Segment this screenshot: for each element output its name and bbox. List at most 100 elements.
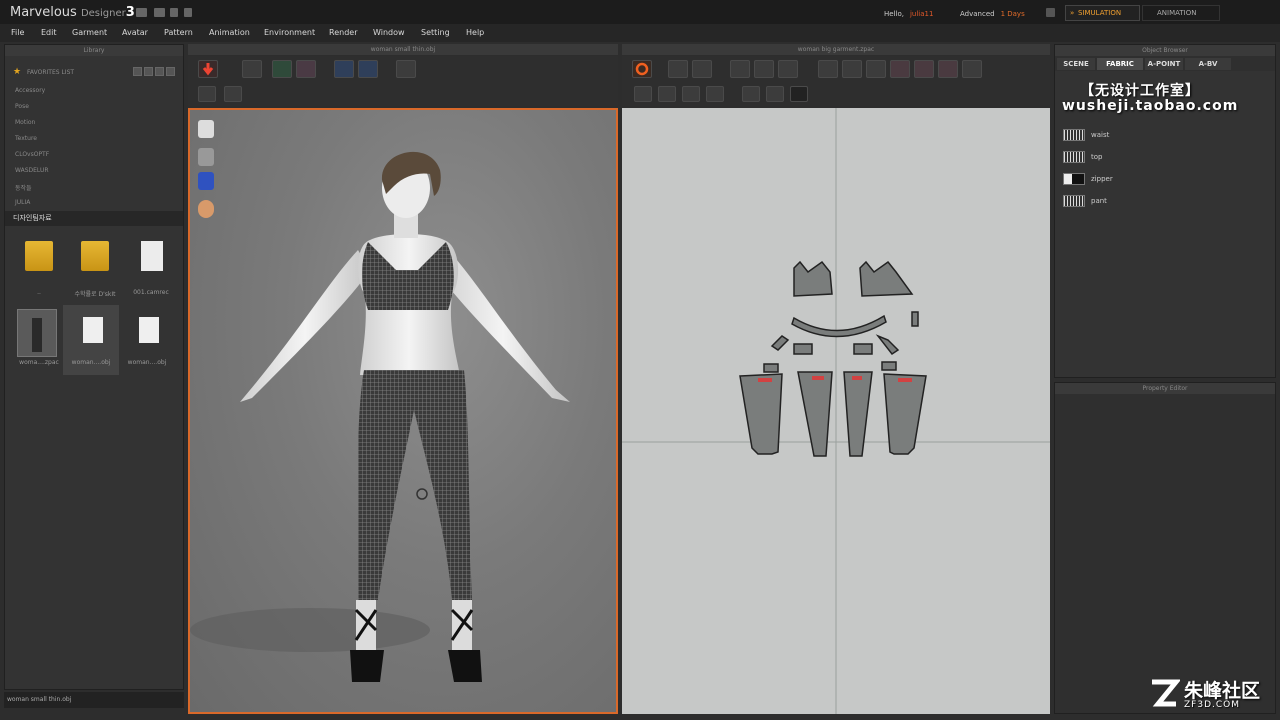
library-item-motion[interactable]: Motion <box>15 119 35 126</box>
circle-icon[interactable] <box>866 60 886 78</box>
internal-circle-icon[interactable] <box>938 60 958 78</box>
viewport-3d[interactable] <box>188 108 618 714</box>
fabric-name: top <box>1091 153 1103 161</box>
garment-view-icon[interactable] <box>198 120 214 138</box>
select-move-icon[interactable] <box>242 60 262 78</box>
undo-icon[interactable] <box>170 8 178 17</box>
menu-help[interactable]: Help <box>466 28 484 37</box>
app-version: 3 <box>125 5 135 20</box>
viewport-2d-title: woman big garment.zpac <box>622 44 1050 55</box>
library-item-accessory[interactable]: Accessory <box>15 87 45 94</box>
skin-view-icon[interactable] <box>198 200 214 218</box>
thumbnail-folder[interactable]: 수학률로 D'skIt <box>67 235 123 305</box>
fabric-name: zipper <box>1091 175 1113 183</box>
menu-bar: File Edit Garment Avatar Pattern Animati… <box>0 24 1280 42</box>
internal-polygon-icon[interactable] <box>890 60 910 78</box>
fabric-name: pant <box>1091 197 1107 205</box>
transform-2d-icon[interactable] <box>766 86 784 102</box>
tab-a-bv[interactable]: A-BV <box>1185 58 1231 70</box>
tack-sewing-icon[interactable] <box>706 86 724 102</box>
refresh-icon[interactable] <box>133 67 142 76</box>
watermark-url: wusheji.taobao.com <box>1062 98 1239 114</box>
tack-icon[interactable] <box>396 60 416 78</box>
avatar-thumbnail-icon <box>17 309 57 357</box>
viewport-2d-pattern[interactable] <box>622 108 1050 714</box>
menu-avatar[interactable]: Avatar <box>122 28 148 37</box>
license-type: Advanced <box>960 10 995 18</box>
transform-icon[interactable] <box>224 86 242 102</box>
animation-mode-button[interactable]: ANIMATION <box>1142 5 1220 21</box>
thumbnail-obj[interactable]: woman....obj <box>119 305 175 375</box>
segment-sewing-icon[interactable] <box>634 86 652 102</box>
watermark-studio: 【无设计工作室】 <box>1080 83 1200 99</box>
pattern-pieces <box>622 108 1050 714</box>
avatar-view-icon[interactable] <box>198 148 214 166</box>
thumbnail-caption: woma....zpac <box>19 359 59 366</box>
sync-icon[interactable] <box>632 60 652 78</box>
select-icon[interactable] <box>198 86 216 102</box>
add-point-icon[interactable] <box>754 60 774 78</box>
pants-blue-icon[interactable] <box>358 60 378 78</box>
simulation-mode-button[interactable]: SIMULATION <box>1065 5 1140 21</box>
library-item-wasdelur[interactable]: WASDELUR <box>15 167 49 174</box>
fabric-swatch <box>1063 151 1085 163</box>
edit-point-icon[interactable] <box>692 60 712 78</box>
tab-a-point[interactable]: A-POINT <box>1145 58 1183 70</box>
library-selected-folder[interactable]: 디자인팀자료 <box>5 211 183 226</box>
redo-icon[interactable] <box>184 8 192 17</box>
shirt-blue-icon[interactable] <box>334 60 354 78</box>
thumbnail-camrec-file[interactable]: 001.camrec <box>123 235 179 305</box>
select-2d-icon[interactable] <box>742 86 760 102</box>
tab-fabric[interactable]: FABRIC <box>1097 58 1143 70</box>
thumbnail-caption: woman....obj <box>71 359 111 366</box>
red-arrow-icon[interactable] <box>198 60 218 78</box>
library-item-julia[interactable]: JULIA <box>15 199 30 206</box>
folder-icon <box>81 241 109 271</box>
edit-sewing-icon[interactable] <box>682 86 700 102</box>
fabric-view-icon[interactable] <box>198 172 214 190</box>
menu-file[interactable]: File <box>11 28 24 37</box>
thumbnail-avatar-zpac[interactable]: woma....zpac <box>11 305 67 375</box>
menu-render[interactable]: Render <box>329 28 357 37</box>
fabric-swatch <box>1063 195 1085 207</box>
free-sewing-icon[interactable] <box>658 86 676 102</box>
polygon-icon[interactable] <box>818 60 838 78</box>
internal-rectangle-icon[interactable] <box>914 60 934 78</box>
viewport-3d-title: woman small thin.obj <box>188 44 618 55</box>
library-item-texture[interactable]: Texture <box>15 135 37 142</box>
tab-scene[interactable]: SCENE <box>1057 58 1095 70</box>
add-icon[interactable] <box>144 67 153 76</box>
menu-setting[interactable]: Setting <box>421 28 450 37</box>
dart-icon[interactable] <box>962 60 982 78</box>
fabric-name: waist <box>1091 131 1110 139</box>
edit-icon[interactable] <box>155 67 164 76</box>
remove-icon[interactable] <box>166 67 175 76</box>
library-title: Library <box>5 45 183 56</box>
back-arrow-icon[interactable] <box>1046 8 1055 17</box>
menu-edit[interactable]: Edit <box>41 28 57 37</box>
edit-pattern-icon[interactable] <box>668 60 688 78</box>
menu-environment[interactable]: Environment <box>264 28 315 37</box>
menu-pattern[interactable]: Pattern <box>164 28 193 37</box>
zoom-icon[interactable] <box>790 86 808 102</box>
shirt-pink-icon[interactable] <box>296 60 316 78</box>
library-item-motions-kr[interactable]: 동작들 <box>15 183 32 192</box>
shirt-green-icon[interactable] <box>272 60 292 78</box>
app-logo: Marvelous Designer3 <box>10 5 135 20</box>
save-icon[interactable] <box>154 8 165 17</box>
chart-icon[interactable] <box>136 8 147 17</box>
thumbnail-obj-selected[interactable]: woman....obj <box>63 305 119 375</box>
file-icon <box>141 241 163 271</box>
menu-garment[interactable]: Garment <box>72 28 107 37</box>
app-name: Marvelous <box>10 5 77 20</box>
thumbnail-parent-folder[interactable]: .. <box>11 235 67 305</box>
transform-pattern-icon[interactable] <box>778 60 798 78</box>
edit-curve-icon[interactable] <box>730 60 750 78</box>
menu-window[interactable]: Window <box>373 28 405 37</box>
rectangle-icon[interactable] <box>842 60 862 78</box>
library-item-pose[interactable]: Pose <box>15 103 29 110</box>
menu-animation[interactable]: Animation <box>209 28 250 37</box>
library-item-clovsoptf[interactable]: CLOvsOPTF <box>15 151 49 158</box>
username[interactable]: julia11 <box>910 10 933 18</box>
status-bar: woman small thin.obj <box>4 692 184 708</box>
